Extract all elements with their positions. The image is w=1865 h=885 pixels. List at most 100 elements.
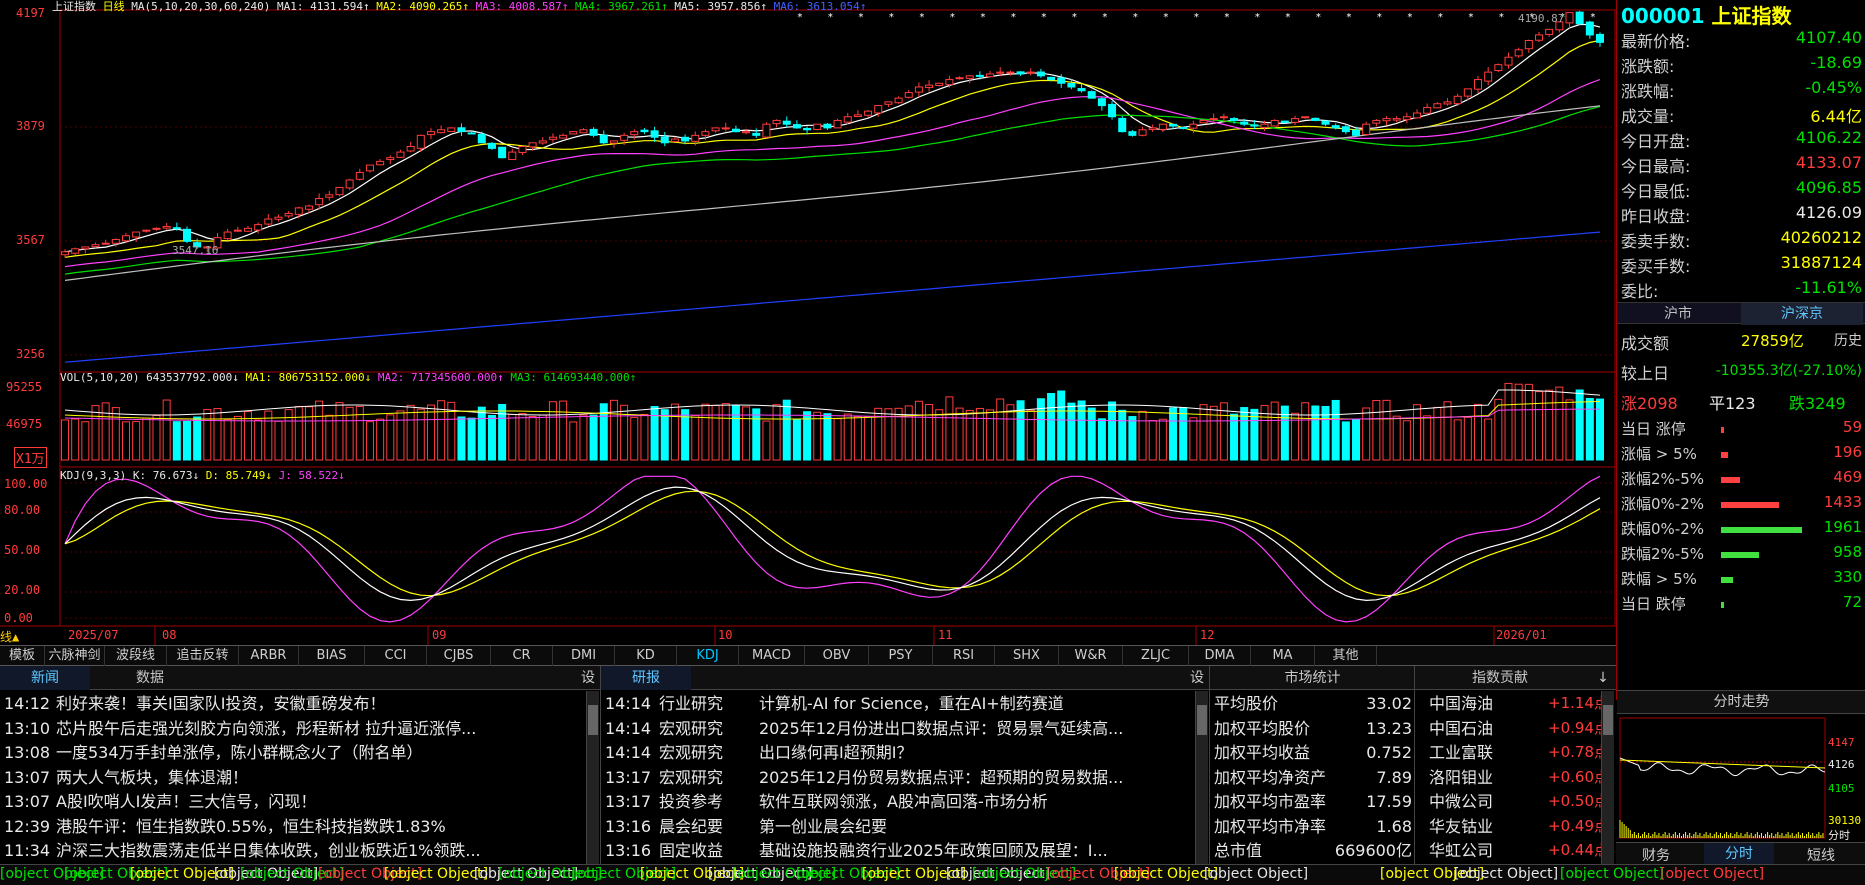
distribution-row[interactable]: 涨幅2%-5% 469 [1621, 468, 1862, 493]
indicator-tab-kd[interactable]: KD [615, 646, 677, 666]
volume-bar [955, 407, 964, 461]
research-item[interactable]: 13:16 晨会纪要 第一创业晨会纪要 [605, 814, 1193, 839]
tab-data[interactable]: 数据 [110, 666, 190, 690]
volume-bar [630, 416, 639, 461]
contrib-row[interactable]: 洛阳钼业 +0.60点 [1429, 765, 1609, 790]
indicator-tab-kdj[interactable]: KDJ [677, 646, 739, 666]
mini-tab-finance[interactable]: 财务 [1626, 845, 1686, 865]
contrib-stock-name[interactable]: 中微公司 [1429, 792, 1493, 811]
indicator-tab-xxx[interactable]: 波段线 [105, 646, 167, 666]
distribution-row[interactable]: 当日 涨停 59 [1621, 418, 1862, 443]
contrib-stock-name[interactable]: 工业富联 [1429, 743, 1493, 762]
contrib-row[interactable]: 工业富联 +0.78点 [1429, 740, 1609, 765]
news-title[interactable]: A股I吹哨人I发声！三大信号，闪现！ [56, 792, 316, 811]
research-item[interactable]: 13:17 投资参考 软件互联网领涨，A股冲高回落-市场分析 [605, 789, 1193, 814]
contrib-row[interactable]: 中微公司 +0.50点 [1429, 789, 1609, 814]
distribution-row[interactable]: 涨幅0%-2% 1433 [1621, 493, 1862, 518]
indicator-tab-xx[interactable]: 其他 [1315, 646, 1377, 666]
status-item[interactable]: [object Object] [1204, 866, 1308, 882]
mini-intraday-chart[interactable]: 4147 4126 4105 30130 分时 财务 分时 短线 [1616, 714, 1865, 865]
research-scroll-thumb[interactable] [1197, 705, 1207, 735]
research-title[interactable]: 出口缘何再I超预期I？ [759, 743, 912, 762]
status-item[interactable]: [object Object] [1454, 866, 1558, 882]
contrib-sort-icon[interactable]: ↓ [1593, 666, 1613, 690]
news-scroll-thumb[interactable] [588, 705, 598, 735]
turnover-history-link[interactable]: 历史 [1834, 330, 1862, 350]
indicator-tab-arbr[interactable]: ARBR [239, 646, 299, 666]
indicator-tab-ma[interactable]: MA [1251, 646, 1315, 666]
distribution-row[interactable]: 涨幅 > 5% 196 [1621, 443, 1862, 468]
contrib-row[interactable]: 华友钴业 +0.49点 [1429, 814, 1609, 839]
news-item[interactable]: 14:12 利好来袭！事关I国家队I投资，安徽重磅发布！ [4, 691, 584, 716]
distribution-row[interactable]: 当日 跌停 72 [1621, 593, 1862, 618]
research-item[interactable]: 14:14 行业研究 计算机-AI for Science，重在AI+制药赛道 [605, 691, 1193, 716]
distribution-row[interactable]: 跌幅0%-2% 1961 [1621, 518, 1862, 543]
research-item[interactable]: 13:16 固定收益 基础设施投融资行业2025年政策回顾及展望：I... [605, 838, 1193, 863]
indicator-tab-obv[interactable]: OBV [805, 646, 869, 666]
indicator-tab-xx[interactable]: 模板 [0, 646, 45, 666]
distribution-row[interactable]: 跌幅 > 5% 330 [1621, 568, 1862, 593]
research-scrollbar[interactable] [1195, 691, 1208, 864]
news-item[interactable]: 13:10 芯片股午后走强光刻胶方向领涨，彤程新材 拉升逼近涨停... [4, 716, 584, 741]
tab-research[interactable]: 研报 [601, 666, 691, 690]
news-title[interactable]: 一度534万手封单涨停，陈小群概念火了（附名单） [56, 743, 423, 762]
indicator-tab-zljc[interactable]: ZLJC [1123, 646, 1189, 666]
news-settings-button[interactable]: 设 [578, 666, 598, 690]
indicator-tab-xxxx[interactable]: 六脉神剑 [45, 646, 105, 666]
contrib-scroll-thumb[interactable] [1603, 705, 1613, 735]
indicator-tab-cci[interactable]: CCI [365, 646, 427, 666]
indicator-tab-cjbs[interactable]: CJBS [427, 646, 491, 666]
tab-news[interactable]: 新闻 [0, 666, 90, 690]
news-item[interactable]: 13:08 一度534万手封单涨停，陈小群概念火了（附名单） [4, 740, 584, 765]
news-title[interactable]: 两大人气板块，集体退潮！ [56, 768, 248, 787]
news-title[interactable]: 利好来袭！事关I国家队I投资，安徽重磅发布！ [56, 694, 385, 713]
contrib-row[interactable]: 华虹公司 +0.44点 [1429, 838, 1609, 863]
kline-chart-svg[interactable]: * * * * * * * * * * * * * * * * * * * * * * * * * * * [0, 0, 1616, 645]
indicator-tab-cr[interactable]: CR [491, 646, 553, 666]
research-item[interactable]: 14:14 宏观研究 2025年12月份进出口数据点评：贸易景气延续高... [605, 716, 1193, 741]
news-item[interactable]: 12:39 港股午评：恒生指数跌0.55%，恒生科技指数跌1.83% [4, 814, 584, 839]
contrib-stock-name[interactable]: 华友钴业 [1429, 817, 1493, 836]
vol-unit-label[interactable]: X1万 [14, 447, 47, 468]
contrib-scrollbar[interactable] [1601, 691, 1614, 864]
research-title[interactable]: 基础设施投融资行业2025年政策回顾及展望：I... [759, 841, 1108, 860]
indicator-tab-dmi[interactable]: DMI [553, 646, 615, 666]
distribution-row[interactable]: 跌幅2%-5% 958 [1621, 543, 1862, 568]
news-item[interactable]: 13:07 两大人气板块，集体退潮！ [4, 765, 584, 790]
contrib-stock-name[interactable]: 洛阳钼业 [1429, 768, 1493, 787]
mini-tab-shortline[interactable]: 短线 [1791, 845, 1851, 865]
tab-shanghai[interactable]: 沪市 [1617, 303, 1739, 325]
contrib-stock-name[interactable]: 中国海油 [1429, 694, 1493, 713]
news-item[interactable]: 11:34 沪深三大指数震荡走低半日集体收跌，创业板跌近1%领跌... [4, 838, 584, 863]
period-label[interactable]: 日线 [103, 0, 125, 13]
date-axis-marker[interactable]: 线▲ [0, 628, 19, 645]
research-title[interactable]: 2025年12月份贸易数据点评：超预期的贸易数据... [759, 768, 1123, 787]
research-item[interactable]: 13:17 宏观研究 2025年12月份贸易数据点评：超预期的贸易数据... [605, 765, 1193, 790]
news-title[interactable]: 沪深三大指数震荡走低半日集体收跌，创业板跌近1%领跌... [56, 841, 481, 860]
research-title[interactable]: 第一创业晨会纪要 [759, 817, 887, 836]
contrib-stock-name[interactable]: 华虹公司 [1429, 841, 1493, 860]
research-title[interactable]: 计算机-AI for Science，重在AI+制药赛道 [759, 694, 1064, 713]
research-title[interactable]: 2025年12月份进出口数据点评：贸易景气延续高... [759, 719, 1123, 738]
indicator-tab-xxxx[interactable]: 追击反转 [167, 646, 239, 666]
research-settings-button[interactable]: 设 [1187, 666, 1207, 690]
kline-chart-area[interactable]: * * * * * * * * * * * * * * * * * * * * * * * * * * * 上证指数 日线 MA(5… [0, 0, 1616, 645]
indicator-tab-bias[interactable]: BIAS [299, 646, 365, 666]
indicator-tab-macd[interactable]: MACD [739, 646, 805, 666]
research-title[interactable]: 软件互联网领涨，A股冲高回落-市场分析 [759, 792, 1048, 811]
news-item[interactable]: 13:07 A股I吹哨人I发声！三大信号，闪现！ [4, 789, 584, 814]
contrib-row[interactable]: 中国海油 +1.14点 [1429, 691, 1609, 716]
indicator-tab-psy[interactable]: PSY [869, 646, 933, 666]
indicator-tab-dma[interactable]: DMA [1189, 646, 1251, 666]
news-title[interactable]: 芯片股午后走强光刻胶方向领涨，彤程新材 拉升逼近涨停... [56, 719, 476, 738]
indicator-tab-shx[interactable]: SHX [995, 646, 1059, 666]
indicator-tab-w&r[interactable]: W&R [1059, 646, 1123, 666]
contrib-stock-name[interactable]: 中国石油 [1429, 719, 1493, 738]
news-scrollbar[interactable] [586, 691, 599, 864]
indicator-tab-rsi[interactable]: RSI [933, 646, 995, 666]
research-item[interactable]: 14:14 宏观研究 出口缘何再I超预期I？ [605, 740, 1193, 765]
tab-hushenjing[interactable]: 沪深京 [1741, 303, 1863, 325]
mini-tab-intraday[interactable]: 分时 [1704, 843, 1774, 865]
news-title[interactable]: 港股午评：恒生指数跌0.55%，恒生科技指数跌1.83% [56, 817, 446, 836]
contrib-row[interactable]: 中国石油 +0.94点 [1429, 716, 1609, 741]
